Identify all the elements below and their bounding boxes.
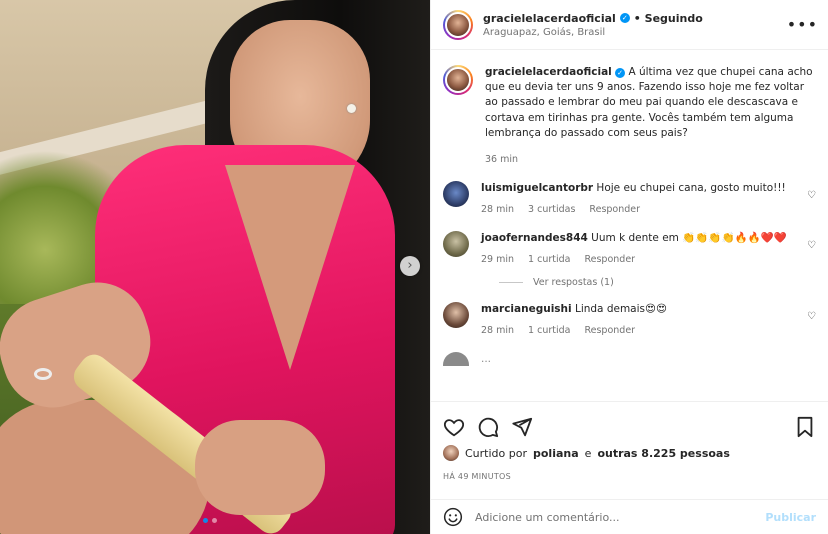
- share-icon[interactable]: [511, 416, 533, 438]
- likes-prefix: Curtido por: [465, 446, 527, 460]
- comment-time[interactable]: 28 min: [481, 203, 514, 217]
- comment-username[interactable]: luismiguelcantorbr: [481, 182, 593, 194]
- like-comment-heart-icon[interactable]: ♡: [807, 311, 816, 322]
- post-photo[interactable]: ›: [0, 0, 430, 534]
- verified-badge-icon: ✓: [619, 13, 630, 23]
- action-bar: [431, 401, 828, 451]
- comments-list[interactable]: gracielelacerdaoficial ✓ A última vez qu…: [431, 51, 828, 401]
- liker-avatar: [443, 445, 459, 461]
- add-comment-bar: Publicar: [431, 499, 828, 534]
- chevron-right-icon: ›: [407, 258, 413, 273]
- comment-item-partial: ...: [443, 351, 816, 366]
- caption-username[interactable]: gracielelacerdaoficial: [485, 66, 612, 78]
- comment-likes[interactable]: 1 curtida: [528, 253, 570, 267]
- comment-likes[interactable]: 3 curtidas: [528, 203, 575, 217]
- more-options-icon[interactable]: •••: [787, 15, 818, 34]
- comment-item: marcianeguishi Linda demais😍😍 28 min 1 c…: [443, 301, 816, 338]
- comment-text: ...: [481, 352, 492, 365]
- caption-time[interactable]: 36 min: [485, 153, 518, 167]
- comment-item: joaofernandes844 Uum k dente em 👏👏👏👏🔥🔥❤️…: [443, 230, 816, 267]
- comment-text: Uum k dente em 👏👏👏👏🔥🔥❤️❤️: [591, 231, 787, 244]
- post-header: gracielelacerdaoficial ✓ • Seguindo Arag…: [431, 0, 828, 50]
- likes-mid: e: [584, 446, 592, 460]
- liker-username[interactable]: poliana: [533, 447, 579, 460]
- bookmark-icon[interactable]: [794, 416, 816, 438]
- dress-neckline: [225, 165, 355, 370]
- post-sidebar: gracielelacerdaoficial ✓ • Seguindo Arag…: [430, 0, 828, 534]
- woman-hand: [195, 420, 325, 515]
- comment-time[interactable]: 29 min: [481, 253, 514, 267]
- commenter-avatar[interactable]: [443, 351, 469, 366]
- comment-icon[interactable]: [477, 416, 499, 438]
- post-timestamp[interactable]: HÁ 49 MINUTOS: [443, 472, 511, 481]
- author-avatar[interactable]: [443, 9, 473, 40]
- earring: [347, 104, 356, 113]
- verified-badge-icon: ✓: [615, 68, 626, 78]
- author-username[interactable]: gracielelacerdaoficial: [483, 12, 616, 25]
- reply-button[interactable]: Responder: [589, 203, 640, 217]
- carousel-next-button[interactable]: ›: [400, 256, 420, 276]
- carousel-dot: [212, 518, 217, 523]
- comment-item: luismiguelcantorbr Hoje eu chupei cana, …: [443, 180, 816, 217]
- publish-button[interactable]: Publicar: [765, 511, 816, 524]
- follow-status[interactable]: • Seguindo: [634, 12, 703, 25]
- view-replies-button[interactable]: Ver respostas (1): [499, 277, 816, 288]
- post-dialog: › gracielelacerdaoficial ✓ • Seguindo Ar…: [0, 0, 828, 534]
- comment-input[interactable]: [475, 510, 766, 524]
- reply-button[interactable]: Responder: [584, 324, 635, 338]
- carousel-dot-active: [203, 518, 208, 523]
- commenter-avatar[interactable]: [443, 230, 469, 257]
- replies-divider: [499, 281, 523, 283]
- comment-time[interactable]: 28 min: [481, 324, 514, 338]
- comment-username[interactable]: joaofernandes844: [481, 232, 588, 244]
- comment-text: Linda demais😍😍: [574, 302, 667, 315]
- view-replies-label: Ver respostas (1): [533, 276, 614, 288]
- post-location[interactable]: Araguapaz, Goiás, Brasil: [483, 27, 787, 38]
- comment-text: Hoje eu chupei cana, gosto muito!!!: [596, 181, 786, 194]
- carousel-indicator: [203, 518, 217, 523]
- caption: gracielelacerdaoficial ✓ A última vez qu…: [443, 65, 816, 167]
- comment-username[interactable]: marcianeguishi: [481, 303, 572, 315]
- ring: [34, 368, 52, 380]
- heart-icon[interactable]: [443, 416, 465, 438]
- commenter-avatar[interactable]: [443, 301, 469, 328]
- likes-summary[interactable]: Curtido por poliana e outras 8.225 pesso…: [443, 445, 730, 461]
- reply-button[interactable]: Responder: [584, 253, 635, 267]
- likes-count[interactable]: outras 8.225 pessoas: [597, 447, 729, 460]
- like-comment-heart-icon[interactable]: ♡: [807, 190, 816, 201]
- commenter-avatar[interactable]: [443, 180, 469, 207]
- comment-likes[interactable]: 1 curtida: [528, 324, 570, 338]
- like-comment-heart-icon[interactable]: ♡: [807, 240, 816, 251]
- emoji-icon[interactable]: [443, 507, 463, 527]
- caption-avatar[interactable]: [443, 65, 473, 95]
